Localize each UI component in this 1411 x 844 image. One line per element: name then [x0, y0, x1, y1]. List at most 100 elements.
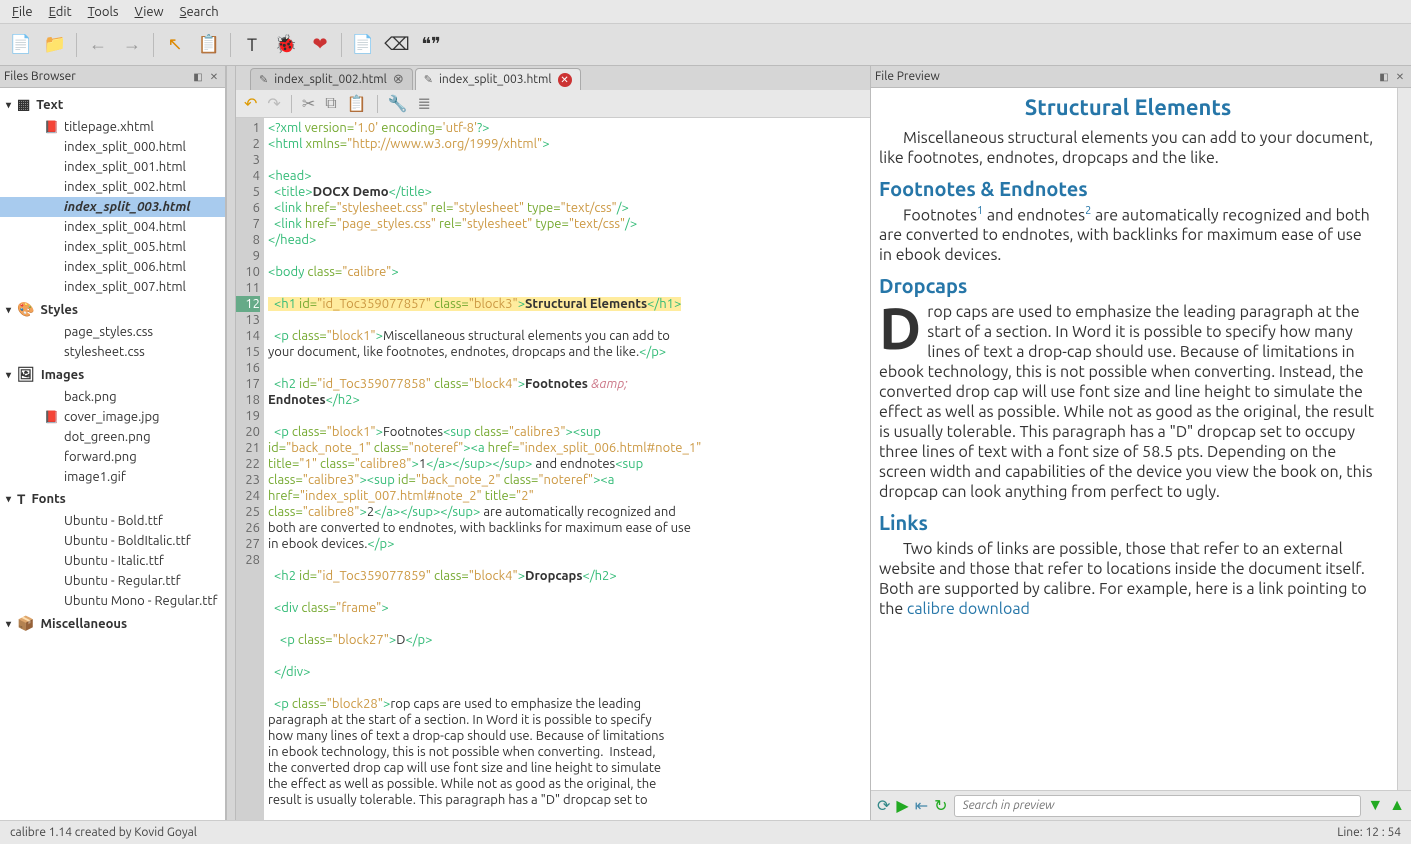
split-icon[interactable]: ⇤ [915, 796, 928, 815]
undo-icon[interactable]: ↶ [244, 94, 257, 113]
copy-icon[interactable]: ⧉ [325, 94, 336, 113]
menu-search[interactable]: Search [174, 3, 225, 21]
editor-tabs: ✎index_split_002.html⊗✎index_split_003.h… [236, 66, 870, 90]
play-icon[interactable]: ▶ [896, 796, 908, 815]
paste-icon[interactable]: 📋 [347, 94, 367, 113]
panel-title-text: Files Browser [4, 70, 76, 83]
tree-item[interactable]: 📕titlepage.xhtml [0, 117, 225, 137]
new-file-icon[interactable]: 📄 [8, 32, 34, 58]
pointer-icon[interactable]: ↖ [162, 32, 188, 58]
editor-tab[interactable]: ✎index_split_002.html⊗ [250, 68, 413, 90]
preview-p: Footnotes1 and endnotes2 are automatical… [879, 205, 1377, 265]
list-icon[interactable]: ≣ [418, 94, 431, 113]
close-tab-icon[interactable]: ✕ [558, 73, 572, 87]
tree-item[interactable]: index_split_000.html [0, 137, 225, 157]
tree-item[interactable]: back.png [0, 387, 225, 407]
preview-h2: Footnotes & Endnotes [879, 176, 1377, 201]
preview-title-bar: File Preview ◧ ✕ [871, 66, 1411, 88]
preview-p: Drop caps are used to emphasize the lead… [879, 302, 1377, 502]
line-gutter: 1234567891011121314151617181920212223242… [236, 118, 264, 820]
tree-item[interactable]: index_split_002.html [0, 177, 225, 197]
tree-item[interactable]: index_split_006.html [0, 257, 225, 277]
close-panel-icon[interactable]: ✕ [207, 70, 221, 84]
tree-item[interactable]: 📕cover_image.jpg [0, 407, 225, 427]
preview-search-input[interactable] [954, 795, 1362, 817]
tree-item[interactable]: Ubuntu Mono - Regular.ttf [0, 591, 225, 611]
search-down-icon[interactable]: ▼ [1367, 796, 1383, 815]
code-area[interactable]: <?xml version='1.0' encoding='utf-8'?><h… [264, 118, 870, 820]
heart-icon[interactable]: ❤ [307, 32, 333, 58]
undock-icon[interactable]: ◧ [191, 70, 205, 84]
separator [153, 33, 154, 57]
file-preview-panel: File Preview ◧ ✕ Structural Elements Mis… [871, 66, 1411, 820]
search-up-icon[interactable]: ▲ [1389, 796, 1405, 815]
tree-item[interactable]: index_split_005.html [0, 237, 225, 257]
preview-h2: Dropcaps [879, 273, 1377, 298]
tree-item[interactable]: index_split_003.html [0, 197, 225, 217]
tree-item[interactable]: Ubuntu - Bold.ttf [0, 511, 225, 531]
tree-item[interactable]: Ubuntu - BoldItalic.ttf [0, 531, 225, 551]
bug-icon[interactable]: 🐞 [273, 32, 299, 58]
preview-scrollbar[interactable] [1397, 88, 1411, 790]
preview-toolbar: ⟳ ▶ ⇤ ↻ ▼ ▲ [871, 790, 1411, 820]
tree-item[interactable]: image1.gif [0, 467, 225, 487]
splitter-left[interactable] [226, 66, 236, 820]
tree-category-styles[interactable]: ▾🎨Styles [0, 297, 225, 322]
files-browser-title: Files Browser ◧ ✕ [0, 66, 225, 88]
editor-tab[interactable]: ✎index_split_003.html✕ [415, 68, 581, 90]
preview-content[interactable]: Structural Elements Miscellaneous struct… [871, 88, 1397, 790]
back-icon[interactable]: ← [85, 32, 111, 58]
refresh-icon[interactable]: ⟳ [877, 796, 890, 815]
tree-item[interactable]: dot_green.png [0, 427, 225, 447]
tree-item[interactable]: Ubuntu - Italic.ttf [0, 551, 225, 571]
quote-icon[interactable]: ❝❞ [418, 32, 444, 58]
tree-category-miscellaneous[interactable]: ▾📦Miscellaneous [0, 611, 225, 636]
cut-icon[interactable]: ✂ [302, 94, 315, 113]
close-tab-icon[interactable]: ⊗ [393, 72, 404, 87]
status-right: Line: 12 : 54 [1337, 826, 1401, 839]
page-icon[interactable]: 📄 [350, 32, 376, 58]
menubar: FileEditToolsViewSearch [0, 0, 1411, 24]
tree-item[interactable]: page_styles.css [0, 322, 225, 342]
statusbar: calibre 1.14 created by Kovid Goyal Line… [0, 820, 1411, 844]
menu-file[interactable]: File [6, 3, 39, 21]
separator [230, 33, 231, 57]
files-browser-panel: Files Browser ◧ ✕ ▾▦Text📕titlepage.xhtml… [0, 66, 226, 820]
preview-p: Two kinds of links are possible, those t… [879, 539, 1377, 619]
settings-icon[interactable]: 🔧 [388, 94, 408, 113]
preview-p: Miscellaneous structural elements you ca… [879, 128, 1377, 168]
close-panel-icon[interactable]: ✕ [1393, 70, 1407, 84]
preview-h2: Links [879, 510, 1377, 535]
files-tree[interactable]: ▾▦Text📕titlepage.xhtmlindex_split_000.ht… [0, 88, 225, 820]
forward-icon[interactable]: → [119, 32, 145, 58]
tree-item[interactable]: forward.png [0, 447, 225, 467]
tree-category-text[interactable]: ▾▦Text [0, 92, 225, 117]
tree-item[interactable]: stylesheet.css [0, 342, 225, 362]
tree-category-fonts[interactable]: ▾TFonts [0, 487, 225, 511]
file-icon: ✎ [424, 73, 433, 86]
menu-view[interactable]: View [129, 3, 170, 21]
folder-icon[interactable]: 📁 [42, 32, 68, 58]
menu-tools[interactable]: Tools [82, 3, 125, 21]
preview-link[interactable]: calibre download [907, 600, 1030, 618]
file-icon: ✎ [259, 73, 268, 86]
separator [341, 33, 342, 57]
tree-item[interactable]: index_split_004.html [0, 217, 225, 237]
text-icon[interactable]: T [239, 32, 265, 58]
tree-category-images[interactable]: ▾🖼Images [0, 362, 225, 387]
editor-toolbar: ↶ ↷ ✂ ⧉ 📋 🔧 ≣ [236, 90, 870, 118]
editor-panel: ✎index_split_002.html⊗✎index_split_003.h… [236, 66, 871, 820]
tree-item[interactable]: Ubuntu - Regular.ttf [0, 571, 225, 591]
clipboard-icon[interactable]: 📋 [196, 32, 222, 58]
reload-icon[interactable]: ↻ [934, 796, 947, 815]
undock-icon[interactable]: ◧ [1377, 70, 1391, 84]
dropcap: D [879, 306, 927, 350]
tree-item[interactable]: index_split_001.html [0, 157, 225, 177]
code-editor[interactable]: 1234567891011121314151617181920212223242… [236, 118, 870, 820]
main-area: Files Browser ◧ ✕ ▾▦Text📕titlepage.xhtml… [0, 66, 1411, 820]
tree-item[interactable]: index_split_007.html [0, 277, 225, 297]
erase-icon[interactable]: ⌫ [384, 32, 410, 58]
menu-edit[interactable]: Edit [43, 3, 78, 21]
redo-icon[interactable]: ↷ [267, 94, 280, 113]
main-toolbar: 📄 📁 ← → ↖ 📋 T 🐞 ❤ 📄 ⌫ ❝❞ [0, 24, 1411, 66]
